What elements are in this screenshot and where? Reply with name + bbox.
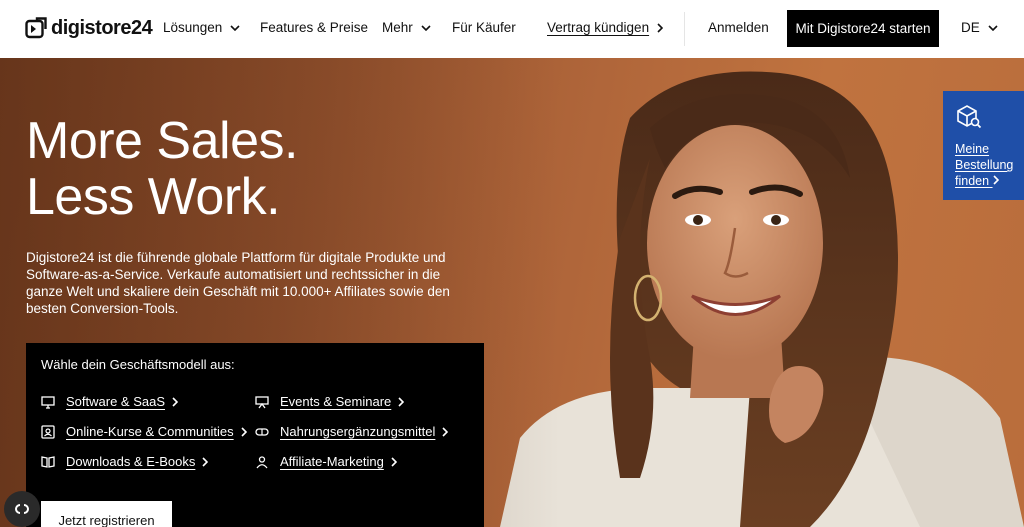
login-link[interactable]: Anmelden bbox=[708, 20, 769, 35]
hero-intro-text: Digistore24 ist die führende globale Pla… bbox=[26, 250, 450, 316]
chevron-down-icon bbox=[230, 24, 240, 31]
cookie-consent-icon bbox=[15, 504, 29, 514]
cookie-settings-button[interactable] bbox=[4, 491, 40, 527]
nav-divider bbox=[684, 12, 685, 46]
top-navigation: digistore24 Lösungen Features & Preise M… bbox=[0, 0, 1024, 58]
chevron-right-icon bbox=[442, 426, 449, 437]
logo-text: digistore24 bbox=[51, 16, 153, 39]
start-button[interactable]: Mit Digistore24 starten bbox=[787, 10, 939, 47]
link-supplements[interactable]: Nahrungsergänzungsmittel bbox=[255, 424, 449, 439]
nav-features[interactable]: Features & Preise bbox=[260, 20, 368, 35]
nav-solutions[interactable]: Lösungen bbox=[163, 20, 240, 35]
headline-line-2: Less Work. bbox=[26, 168, 281, 226]
nav-cancel-contract[interactable]: Vertrag kündigen bbox=[547, 20, 664, 35]
find-order-line-1: Meine bbox=[955, 142, 990, 156]
presentation-icon bbox=[255, 395, 269, 408]
link-affiliate-marketing-label: Affiliate-Marketing bbox=[280, 454, 384, 469]
find-order-line-3: finden bbox=[955, 173, 1013, 189]
register-button[interactable]: Jetzt registrieren bbox=[41, 501, 172, 527]
link-software-saas[interactable]: Software & SaaS bbox=[41, 394, 178, 409]
chevron-right-icon bbox=[172, 396, 178, 407]
chevron-down-icon bbox=[988, 24, 998, 31]
link-events-seminars-label: Events & Seminare bbox=[280, 394, 392, 409]
capsule-icon bbox=[255, 427, 269, 436]
link-affiliate-marketing[interactable]: Affiliate-Marketing bbox=[255, 454, 397, 469]
monitor-icon bbox=[41, 395, 55, 409]
logo-icon bbox=[25, 17, 47, 39]
find-order-widget[interactable]: Meine Bestellung finden bbox=[943, 91, 1024, 200]
link-downloads-ebooks-label: Downloads & E-Books bbox=[66, 454, 196, 469]
nav-features-label: Features & Preise bbox=[260, 20, 369, 35]
chevron-right-icon bbox=[241, 426, 247, 437]
link-software-saas-label: Software & SaaS bbox=[66, 394, 165, 409]
chevron-right-icon bbox=[992, 175, 999, 185]
business-model-title: Wähle dein Geschäftsmodell aus: bbox=[41, 357, 235, 372]
nav-more-label: Mehr bbox=[382, 20, 413, 35]
digistore24-logo[interactable]: digistore24 bbox=[25, 16, 153, 40]
headline-line-1: More Sales. bbox=[26, 112, 298, 170]
find-order-line-3-label: finden bbox=[955, 174, 990, 188]
language-label: DE bbox=[961, 20, 980, 35]
business-model-panel: Wähle dein Geschäftsmodell aus: Software… bbox=[26, 343, 484, 527]
nav-more[interactable]: Mehr bbox=[382, 20, 431, 35]
find-order-line-2: Bestellung bbox=[955, 158, 1014, 172]
package-search-icon bbox=[957, 105, 982, 129]
hero-section: More Sales. Less Work. Digistore24 ist d… bbox=[0, 58, 1024, 527]
chevron-right-icon bbox=[657, 22, 664, 33]
chevron-right-icon bbox=[391, 456, 397, 467]
chevron-right-icon bbox=[398, 396, 405, 407]
find-order-text: Meine Bestellung finden bbox=[955, 141, 1013, 189]
nav-buyers[interactable]: Für Käufer bbox=[452, 20, 516, 35]
hero-headline: More Sales. Less Work. bbox=[26, 113, 298, 225]
language-selector[interactable]: DE bbox=[961, 20, 998, 35]
chevron-down-icon bbox=[421, 24, 431, 31]
nav-cancel-contract-label: Vertrag kündigen bbox=[547, 20, 650, 35]
link-supplements-label: Nahrungsergänzungsmittel bbox=[280, 424, 436, 439]
nav-buyers-label: Für Käufer bbox=[452, 20, 516, 35]
course-icon bbox=[41, 424, 55, 439]
login-label: Anmelden bbox=[708, 20, 769, 35]
link-online-courses-label: Online-Kurse & Communities bbox=[66, 424, 234, 439]
link-events-seminars[interactable]: Events & Seminare bbox=[255, 394, 405, 409]
users-icon bbox=[256, 455, 268, 468]
link-online-courses[interactable]: Online-Kurse & Communities bbox=[41, 424, 247, 439]
chevron-right-icon bbox=[202, 456, 209, 467]
nav-solutions-label: Lösungen bbox=[163, 20, 223, 35]
link-downloads-ebooks[interactable]: Downloads & E-Books bbox=[41, 454, 209, 469]
book-icon bbox=[41, 455, 55, 468]
